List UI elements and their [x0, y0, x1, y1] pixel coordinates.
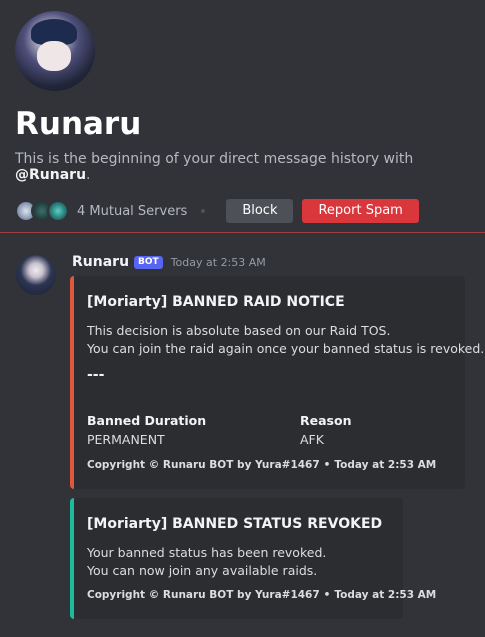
- profile-name: Runaru: [15, 106, 142, 142]
- dm-intro-text: This is the beginning of your direct mes…: [15, 151, 475, 183]
- message-header: Runaru BOT Today at 2:53 AM: [72, 254, 266, 270]
- block-button[interactable]: Block: [226, 199, 294, 223]
- message-timestamp: Today at 2:53 AM: [170, 255, 266, 269]
- intro-prefix: This is the beginning of your direct mes…: [15, 151, 414, 167]
- footer-timestamp: Today at 2:53 AM: [334, 459, 437, 471]
- mutual-servers-link[interactable]: 4 Mutual Servers: [77, 204, 187, 219]
- embed-title: [Moriarty] BANNED RAID NOTICE: [87, 294, 345, 310]
- author-name[interactable]: Runaru: [72, 254, 129, 270]
- profile-avatar[interactable]: [15, 11, 95, 91]
- mutual-server-icons[interactable]: [15, 200, 69, 222]
- embed-title: [Moriarty] BANNED STATUS REVOKED: [87, 516, 383, 532]
- footer-text: Copyright © Runaru BOT by Yura#1467: [87, 589, 320, 601]
- field-value: AFK: [300, 432, 324, 447]
- field-name: Reason: [300, 413, 352, 428]
- footer-separator: •: [323, 459, 331, 471]
- server-icon: [47, 200, 69, 222]
- footer-timestamp: Today at 2:53 AM: [334, 589, 437, 601]
- footer-text: Copyright © Runaru BOT by Yura#1467: [87, 459, 320, 471]
- embed-separator: ---: [87, 367, 105, 383]
- author-avatar[interactable]: [16, 255, 56, 295]
- intro-mention[interactable]: @Runaru: [15, 167, 86, 183]
- embed-description-line: This decision is absolute based on our R…: [87, 323, 391, 338]
- report-spam-button[interactable]: Report Spam: [302, 199, 419, 223]
- embed-description-line: Your banned status has been revoked.: [87, 545, 327, 560]
- mutual-servers-row: 4 Mutual Servers Block Report Spam: [15, 198, 475, 224]
- embed-footer: Copyright © Runaru BOT by Yura#1467 • Toda…: [87, 459, 436, 471]
- footer-separator: •: [323, 589, 331, 601]
- embed-footer: Copyright © Runaru BOT by Yura#1467 • Toda…: [87, 589, 436, 601]
- intro-suffix: .: [86, 167, 91, 183]
- field-name: Banned Duration: [87, 413, 207, 428]
- embed-description-line: You can join the raid again once your ba…: [87, 341, 485, 356]
- embed-description-line: You can now join any available raids.: [87, 563, 318, 578]
- dm-header: Runaru This is the beginning of your dir…: [15, 11, 475, 224]
- new-messages-divider: [0, 232, 485, 233]
- field-value: PERMANENT: [87, 432, 165, 447]
- separator-dot: [201, 209, 206, 213]
- embed-status-revoked: [Moriarty] BANNED STATUS REVOKED Your ba…: [70, 498, 436, 619]
- bot-badge: BOT: [134, 255, 163, 269]
- embed-banned-notice: [Moriarty] BANNED RAID NOTICE This decis…: [70, 276, 484, 489]
